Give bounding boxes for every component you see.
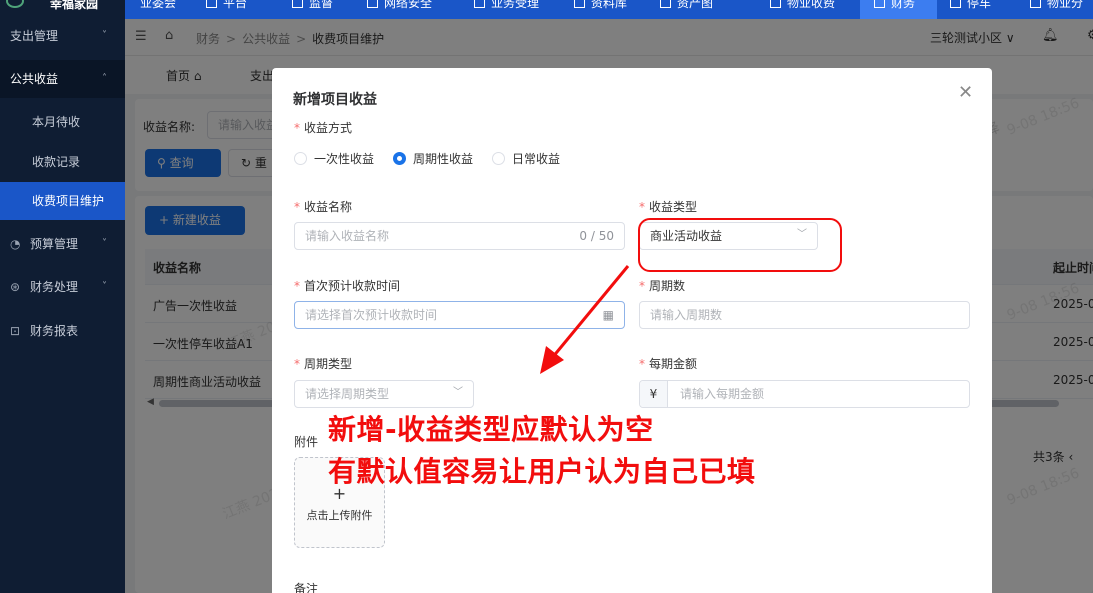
service-icon [1030,0,1041,8]
sidebar-item-expense[interactable]: 支出管理 ˅ [0,17,125,55]
sidebar-item-public-income[interactable]: 公共收益 ˄ [0,60,125,98]
nav-item-finance[interactable]: 财务 [860,0,937,19]
char-counter: 0 / 50 [579,229,614,243]
upload-text: 点击上传附件 [306,509,373,522]
radio-one-time[interactable]: 一次性收益 [294,150,374,167]
period-type-select[interactable]: 请选择周期类型 ﹀ [294,380,474,408]
close-icon[interactable]: ✕ [958,82,973,103]
first-time-label: * 首次预计收款时间 [294,279,401,293]
remark-label: 备注 [294,582,319,593]
annotation-arrow [540,265,630,374]
finance-icon [874,0,885,8]
annotation-text-line1: 新增-收益类型应默认为空 [328,413,654,446]
top-navigation: 幸福家园 业委会 平台 监督 网络安全 业务受理 资料库 资产图 ˅ 物业收费 … [0,0,1093,19]
supervision-icon [292,0,303,8]
sidebar-item-budget[interactable]: ◔ 预算管理 ˅ [0,225,125,263]
annotation-highlight [638,218,842,272]
parking-icon [950,0,961,8]
chevron-up-icon: ˄ [102,73,107,84]
dialog-title: 新增项目收益 [293,92,377,108]
currency-prefix: ¥ [640,381,668,407]
nav-item-parking[interactable]: 停车 [950,0,991,19]
library-icon [574,0,585,8]
chevron-down-icon: ﹀ [453,387,463,398]
sidebar-item-receipt-records[interactable]: 收款记录 [0,143,125,181]
nav-item-asset-map[interactable]: 资产图 ˅ [660,0,723,19]
sidebar-item-monthly-pending[interactable]: 本月待收 [0,103,125,141]
report-icon: ⊡ [10,324,21,338]
income-name-label: * 收益名称 [294,200,353,214]
sidebar-item-finance-process[interactable]: ⊛ 财务处理 ˅ [0,268,125,306]
income-name-input[interactable]: 请输入收益名称 0 / 50 [294,222,625,250]
logo-icon [6,0,24,8]
map-icon [660,0,671,8]
nav-item-business[interactable]: 业务受理 [474,0,539,19]
process-icon: ⊛ [10,280,21,294]
attachment-label: 附件 [294,435,319,449]
sidebar-item-fee-items[interactable]: 收费项目维护 [0,182,125,220]
fee-icon [770,0,781,8]
income-type-label: * 收益类型 [639,200,698,214]
radio-periodic[interactable]: 周期性收益 [393,150,473,167]
nav-item-library[interactable]: 资料库 [574,0,627,19]
amount-input[interactable]: ¥ 请输入每期金额 [639,380,970,408]
shield-icon [367,0,378,8]
sidebar-item-finance-report[interactable]: ⊡ 财务报表 [0,312,125,350]
budget-icon: ◔ [10,237,21,251]
nav-item-property-fee[interactable]: 物业收费 [770,0,835,19]
sidebar: 支出管理 ˅ 公共收益 ˄ 本月待收 收款记录 收费项目维护 ◔ 预算管理 ˅ ⊛ 财务处… [0,19,125,593]
periods-label: * 周期数 [639,279,686,293]
nav-item-owners-committee[interactable]: 业委会 [140,0,176,19]
chevron-down-icon: ˅ [102,30,107,41]
chevron-down-icon: ˅ [102,238,107,249]
nav-item-network-security[interactable]: 网络安全 [367,0,432,19]
chevron-down-icon: ˅ [102,281,107,292]
annotation-text-line2: 有默认值容易让用户认为自己已填 [328,455,756,488]
nav-item-property-service[interactable]: 物业分 [1030,0,1083,19]
radio-daily[interactable]: 日常收益 [492,150,560,167]
nav-item-supervision[interactable]: 监督 [292,0,333,19]
periods-input[interactable]: 请输入周期数 [639,301,970,329]
business-icon [474,0,485,8]
nav-item-platform[interactable]: 平台 [206,0,247,19]
amount-label: * 每期金额 [639,357,698,371]
income-method-label: * 收益方式 [294,121,353,135]
new-income-dialog: 新增项目收益 ✕ * 收益方式 一次性收益 周期性收益 日常收益 * 收益名称 请输… [272,68,992,593]
period-type-label: * 周期类型 [294,357,353,371]
platform-icon [206,0,217,8]
